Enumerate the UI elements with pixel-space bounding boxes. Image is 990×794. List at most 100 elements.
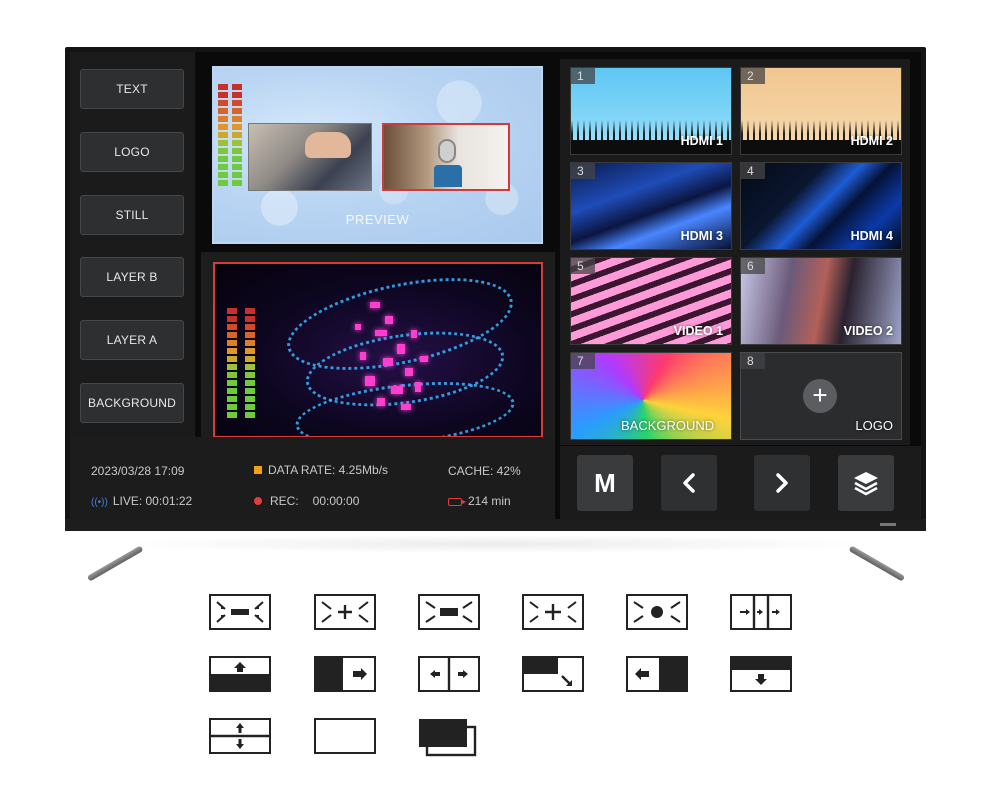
vu-segment	[232, 124, 242, 130]
vu-segment	[227, 388, 237, 394]
layer-background-button[interactable]: BACKGROUND	[80, 383, 184, 423]
broadcast-icon: ((•))	[91, 497, 108, 508]
record-dot-icon	[254, 497, 262, 505]
transition-cut-icon[interactable]	[314, 718, 376, 754]
transition-split-vertical-icon[interactable]	[730, 594, 792, 630]
preview-label: PREVIEW	[345, 212, 410, 227]
transition-iris-icon[interactable]	[626, 594, 688, 630]
vu-segment	[227, 396, 237, 402]
preview-pip-microphone	[382, 123, 510, 191]
neon-light-block	[411, 330, 417, 338]
source-tile-video-1[interactable]: 5 VIDEO 1	[570, 257, 732, 345]
neon-light-block	[365, 376, 375, 386]
layer-still-button[interactable]: STILL	[80, 195, 184, 235]
source-tile-hdmi-1[interactable]: 1 HDMI 1	[570, 67, 732, 155]
vu-segment	[227, 372, 237, 378]
neon-light-block	[370, 302, 380, 308]
layer-a-button[interactable]: LAYER A	[80, 320, 184, 360]
vu-segment	[218, 84, 228, 90]
transition-wipe-up-icon[interactable]	[209, 656, 271, 692]
vu-segment	[232, 180, 242, 186]
transition-split-horizontal-icon[interactable]	[209, 718, 271, 754]
camera-icon	[448, 498, 466, 506]
transition-cross-shrink-icon[interactable]	[314, 594, 376, 630]
vu-segment	[245, 364, 255, 370]
layer-b-button[interactable]: LAYER B	[80, 257, 184, 297]
transition-squeeze-box-icon[interactable]	[418, 594, 480, 630]
neon-light-block	[415, 382, 421, 392]
m-button[interactable]: M	[577, 455, 633, 511]
previous-button[interactable]	[661, 455, 717, 511]
tv-chin	[65, 519, 926, 531]
vu-segment	[245, 356, 255, 362]
vu-segment	[232, 92, 242, 98]
transition-dissolve-icon[interactable]	[418, 718, 478, 758]
vu-segment	[227, 332, 237, 338]
neon-light-block	[385, 316, 393, 324]
layers-button[interactable]	[838, 455, 894, 511]
source-tile-video-2[interactable]: 6 VIDEO 2	[740, 257, 902, 345]
vu-segment	[232, 100, 242, 106]
vu-segment	[245, 340, 255, 346]
source-number: 1	[571, 68, 595, 84]
neon-light-block	[420, 356, 428, 362]
preview-monitor[interactable]: PREVIEW	[212, 66, 543, 244]
vu-segment	[232, 164, 242, 170]
tv-brand-logo	[880, 523, 896, 526]
source-tile-hdmi-3[interactable]: 3 HDMI 3	[570, 162, 732, 250]
vu-segment	[245, 324, 255, 330]
program-vu-meter-left	[227, 308, 237, 418]
rec-label: REC:	[270, 494, 299, 508]
rec-readout: REC: 00:00:00	[254, 494, 359, 508]
layer-text-button[interactable]: TEXT	[80, 69, 184, 109]
transition-wipe-right-icon[interactable]	[314, 656, 376, 692]
switcher-screen: TEXT LOGO STILL LAYER B LAYER A BACKGROU…	[70, 52, 921, 519]
source-tile-hdmi-2[interactable]: 2 HDMI 2	[740, 67, 902, 155]
transition-split-open-icon[interactable]	[418, 656, 480, 692]
transition-squeeze-horizontal-icon[interactable]	[209, 594, 271, 630]
vu-segment	[245, 396, 255, 402]
preview-vu-meter-right	[232, 84, 242, 186]
source-tile-hdmi-4[interactable]: 4 HDMI 4	[740, 162, 902, 250]
vu-segment	[232, 156, 242, 162]
transition-wipe-left-icon[interactable]	[626, 656, 688, 692]
source-tile-logo[interactable]: 8 + LOGO	[740, 352, 902, 440]
neon-light-block	[397, 344, 405, 354]
chevron-right-icon	[776, 473, 788, 493]
vu-segment	[218, 148, 228, 154]
vu-segment	[245, 348, 255, 354]
source-name: VIDEO 1	[673, 324, 723, 338]
vu-segment	[227, 340, 237, 346]
neon-light-block	[375, 330, 387, 336]
source-name: LOGO	[855, 418, 893, 433]
vu-segment	[245, 412, 255, 418]
vu-segment	[232, 132, 242, 138]
plus-icon[interactable]: +	[803, 379, 837, 413]
transition-cross-expand-icon[interactable]	[522, 594, 584, 630]
vu-segment	[218, 92, 228, 98]
layer-logo-button[interactable]: LOGO	[80, 132, 184, 172]
transition-wipe-diagonal-icon[interactable]	[522, 656, 584, 692]
source-tile-background[interactable]: 7 BACKGROUND	[570, 352, 732, 440]
source-name: HDMI 3	[680, 229, 723, 243]
next-button[interactable]	[754, 455, 810, 511]
source-name: BACKGROUND	[621, 418, 715, 433]
vu-segment	[227, 380, 237, 386]
vu-segment	[227, 404, 237, 410]
vu-segment	[232, 140, 242, 146]
remaining-readout: 214 min	[448, 494, 511, 508]
vu-segment	[232, 148, 242, 154]
preview-pip-laptop	[248, 123, 372, 191]
vu-segment	[245, 308, 255, 314]
transition-wipe-down-icon[interactable]	[730, 656, 792, 692]
source-name: VIDEO 2	[843, 324, 893, 338]
source-number: 6	[741, 258, 765, 274]
source-number: 3	[571, 163, 595, 179]
live-readout: ((•)) LIVE: 00:01:22	[91, 494, 192, 508]
program-monitor[interactable]	[213, 262, 543, 438]
data-rate-text: DATA RATE: 4.25Mb/s	[268, 463, 389, 477]
source-number: 8	[741, 353, 765, 369]
preview-vu-meter-left	[218, 84, 228, 186]
source-number: 7	[571, 353, 595, 369]
vu-segment	[218, 156, 228, 162]
